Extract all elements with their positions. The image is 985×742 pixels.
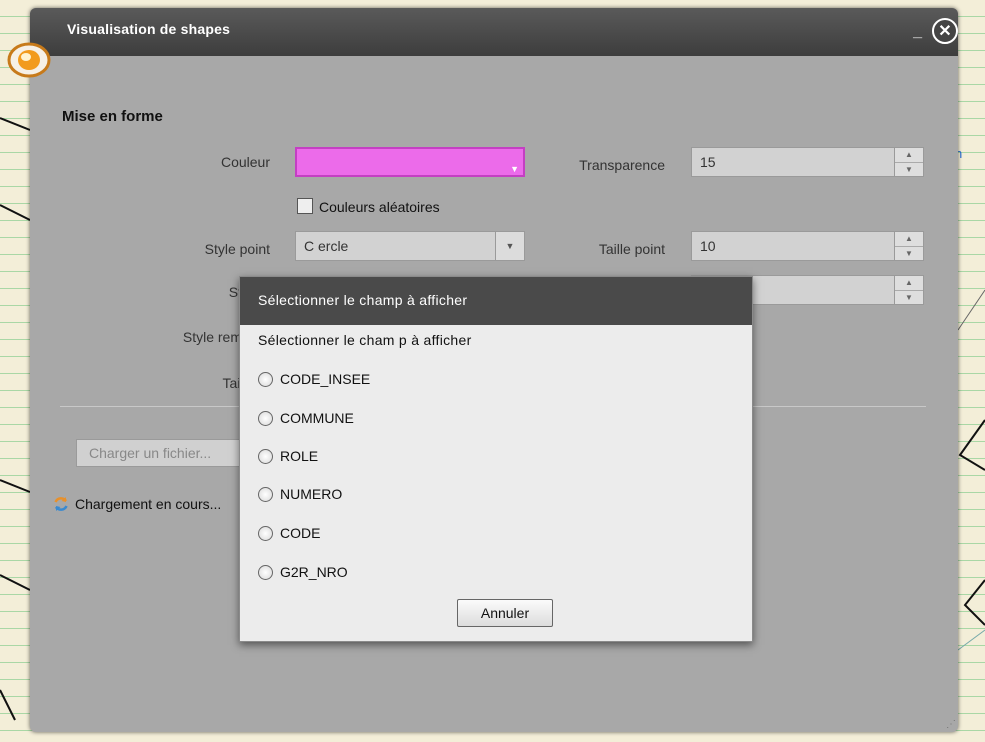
- transparence-input[interactable]: 15 ▲ ▼: [691, 147, 924, 177]
- window-title: Visualisation de shapes: [67, 21, 231, 37]
- field-option-label: ROLE: [280, 448, 319, 464]
- eye-icon: [7, 42, 51, 78]
- radio-icon[interactable]: [258, 449, 273, 464]
- field-option-commune[interactable]: COMMUNE: [258, 410, 354, 426]
- field-option-label: NUMERO: [280, 486, 343, 502]
- taille-point-stepper[interactable]: ▲ ▼: [894, 232, 923, 260]
- field-option-code[interactable]: CODE: [258, 525, 320, 541]
- spin-up-icon[interactable]: ▲: [895, 232, 923, 247]
- resize-grip-icon[interactable]: ⋰: [946, 719, 956, 730]
- field-option-label: CODE: [280, 525, 321, 541]
- radio-icon[interactable]: [258, 526, 273, 541]
- spin-up-icon[interactable]: ▲: [895, 148, 923, 163]
- radio-icon[interactable]: [258, 372, 273, 387]
- dialog-title: Sélectionner le champ à afficher: [240, 277, 752, 325]
- checkbox-icon[interactable]: [297, 198, 313, 214]
- minimize-button[interactable]: _: [913, 23, 922, 41]
- style-point-select[interactable]: C ercle ▼: [295, 231, 525, 261]
- field-option-g2r-nro[interactable]: G2R_NRO: [258, 564, 348, 580]
- random-colors-label: Couleurs aléatoires: [319, 199, 440, 215]
- couleur-label: Couleur: [220, 154, 270, 170]
- field-option-label: G2R_NRO: [280, 564, 348, 580]
- spin-down-icon[interactable]: ▼: [895, 163, 923, 177]
- chevron-down-icon: ▼: [510, 164, 519, 174]
- field-option-role[interactable]: ROLE: [258, 448, 318, 464]
- radio-icon[interactable]: [258, 565, 273, 580]
- transparence-label: Transparence: [579, 157, 665, 173]
- field-option-code-insee[interactable]: CODE_INSEE: [258, 371, 370, 387]
- transparence-stepper[interactable]: ▲ ▼: [894, 148, 923, 176]
- spin-up-icon[interactable]: ▲: [895, 276, 923, 291]
- dialog-subtitle: Sélectionner le cham p à afficher: [258, 332, 472, 348]
- style-point-label: Style point: [204, 241, 270, 257]
- close-button[interactable]: ✕: [932, 18, 958, 44]
- color-picker[interactable]: ▼: [295, 147, 525, 177]
- style-ligne-stepper[interactable]: ▲ ▼: [894, 276, 923, 304]
- chevron-down-icon[interactable]: ▼: [495, 232, 524, 260]
- spin-down-icon[interactable]: ▼: [895, 291, 923, 305]
- transparence-value: 15: [700, 154, 716, 170]
- radio-icon[interactable]: [258, 411, 273, 426]
- select-field-dialog: Sélectionner le champ à afficher Sélecti…: [239, 276, 753, 642]
- field-option-label: CODE_INSEE: [280, 371, 371, 387]
- load-file-button[interactable]: Charger un fichier...: [76, 439, 244, 467]
- loading-status: Chargement en cours...: [53, 496, 221, 512]
- radio-icon[interactable]: [258, 487, 273, 502]
- refresh-icon: [54, 497, 68, 511]
- spin-down-icon[interactable]: ▼: [895, 247, 923, 261]
- taille-point-label: Taille point: [598, 241, 665, 257]
- random-colors-checkbox[interactable]: Couleurs aléatoires: [297, 198, 440, 215]
- window-titlebar[interactable]: Visualisation de shapes _: [30, 8, 958, 56]
- cancel-button[interactable]: Annuler: [457, 599, 553, 627]
- section-title: Mise en forme: [62, 108, 163, 125]
- taille-point-input[interactable]: 10 ▲ ▼: [691, 231, 924, 261]
- taille-point-value: 10: [700, 238, 716, 254]
- loading-text: Chargement en cours...: [75, 496, 222, 512]
- style-point-value: C ercle: [304, 238, 349, 254]
- field-option-numero[interactable]: NUMERO: [258, 486, 342, 502]
- field-option-label: COMMUNE: [280, 410, 354, 426]
